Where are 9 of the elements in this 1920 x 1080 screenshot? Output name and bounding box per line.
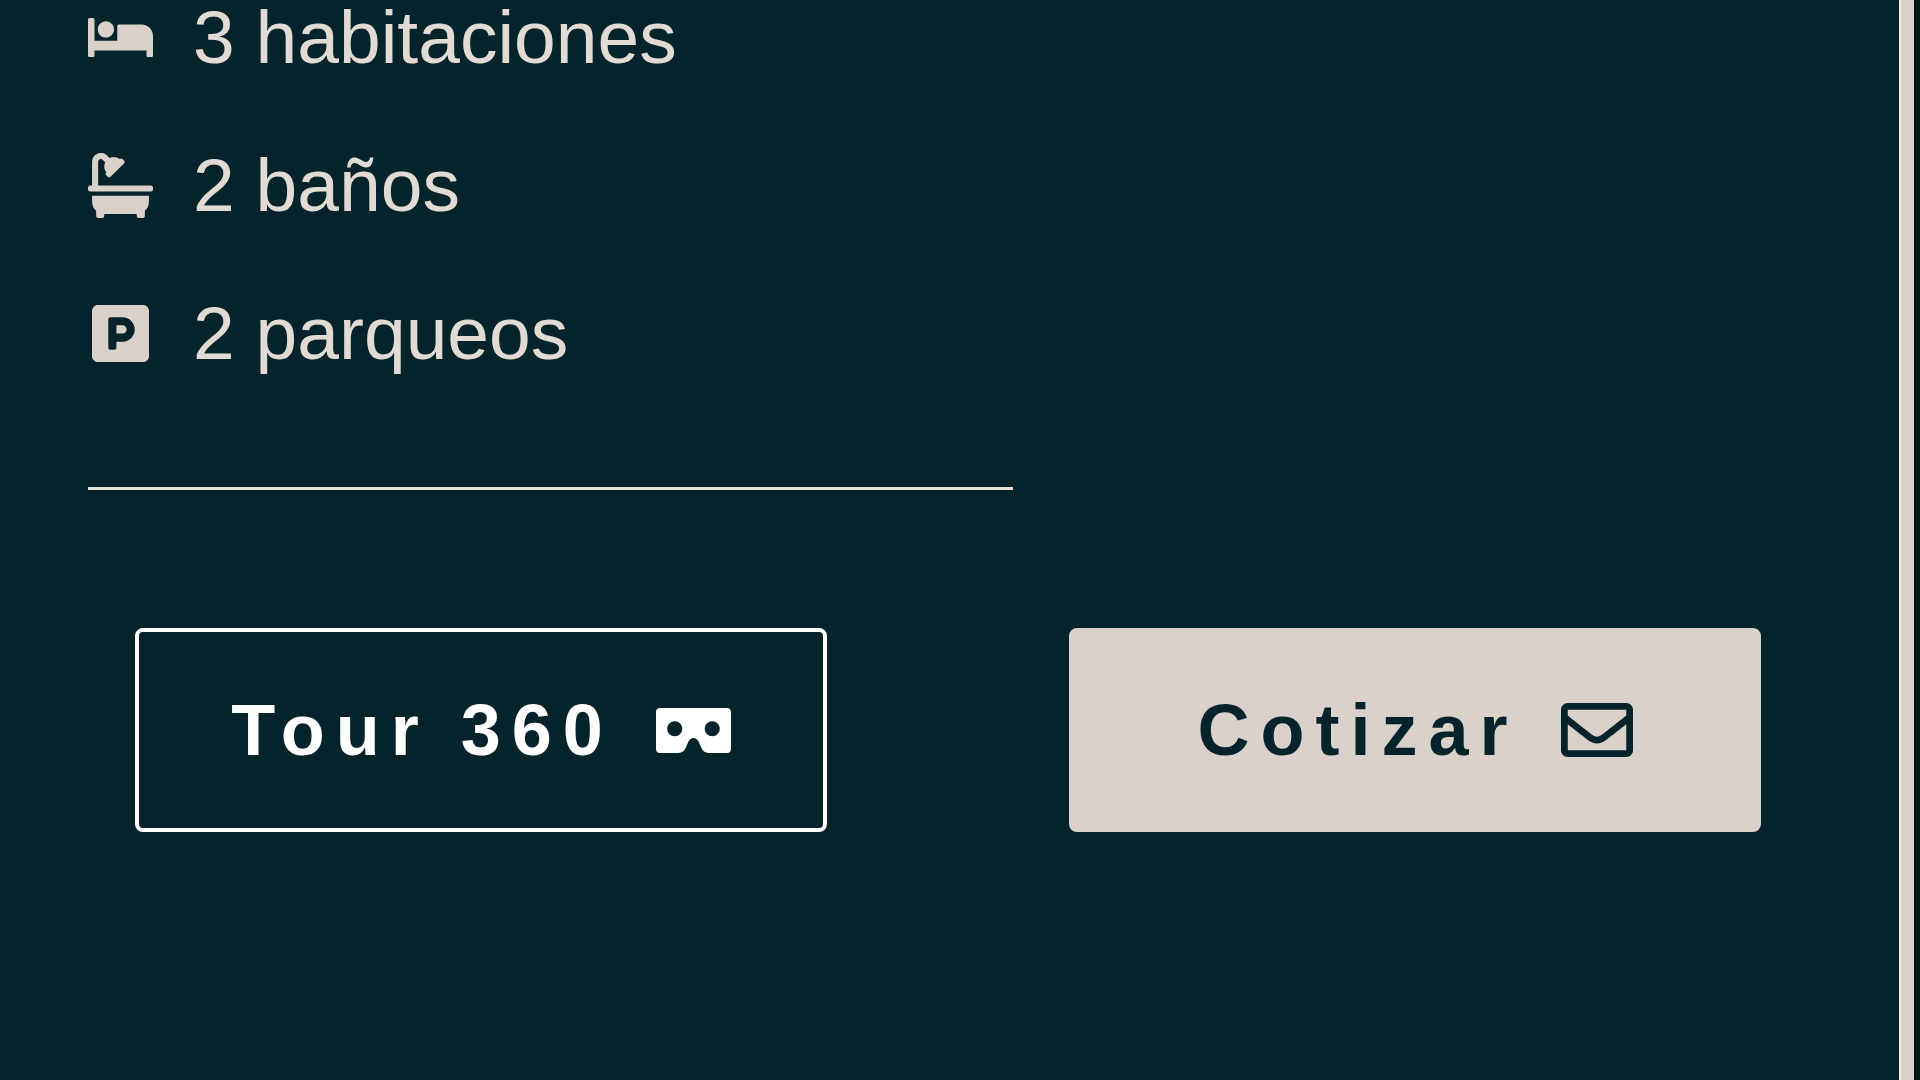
parking-icon	[92, 304, 149, 362]
quote-button[interactable]: Cotizar	[1069, 628, 1761, 832]
tour-button[interactable]: Tour 360	[135, 628, 827, 832]
bed-icon	[88, 17, 153, 57]
feature-label: 3 habitaciones	[193, 0, 677, 74]
vr-headset-icon	[655, 707, 731, 753]
envelope-icon	[1560, 703, 1633, 757]
bathtub-icon	[88, 152, 153, 218]
feature-label: 2 baños	[193, 148, 460, 222]
